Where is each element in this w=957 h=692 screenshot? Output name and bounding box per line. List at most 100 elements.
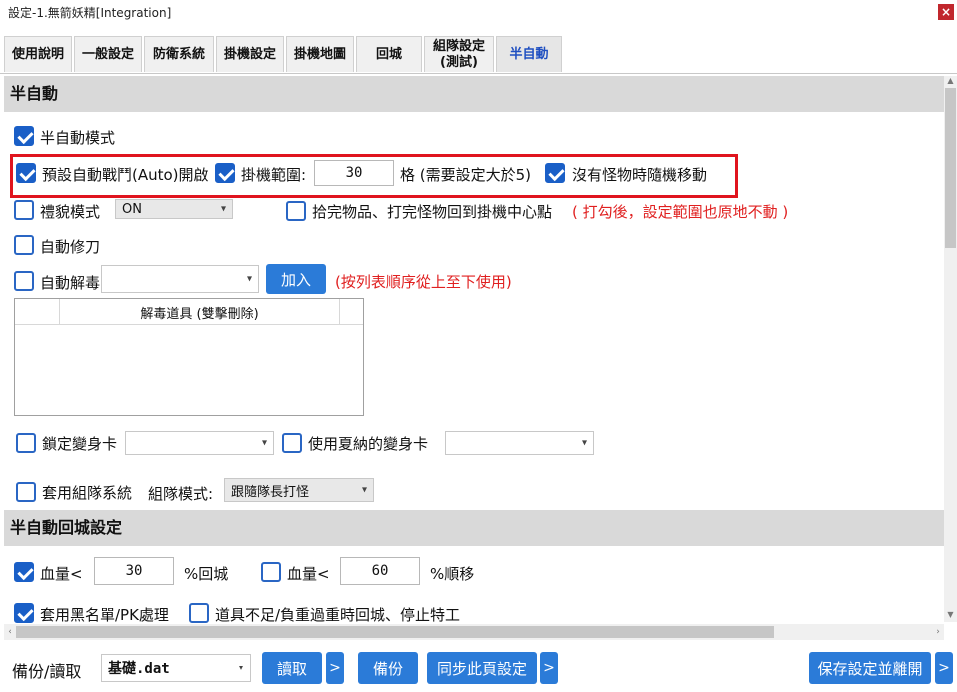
backup-button[interactable]: 備份 [358,652,418,684]
vertical-scrollbar[interactable]: ▲ ▼ [944,76,957,622]
party-mode-value: 跟隨隊長打怪 [231,484,310,500]
chevron-down-icon: ▾ [581,437,587,449]
auto-detox-label: 自動解毒 [40,274,101,292]
auto-detox-note: (按列表順序從上至下使用) [335,273,512,291]
hp-return-input[interactable]: 30 [94,557,174,585]
scroll-thumb[interactable] [945,88,956,248]
semi-auto-mode-label: 半自動模式 [40,129,116,147]
party-system-checkbox[interactable] [16,482,36,502]
close-icon[interactable]: × [938,4,954,20]
tab-general[interactable]: 一般設定 [74,36,142,72]
save-more-button[interactable]: > [935,652,953,684]
tab-semi-auto[interactable]: 半自動 [496,36,562,72]
tab-return-town-label: 回城 [375,46,402,62]
random-move-label: 沒有怪物時隨機移動 [572,166,708,184]
tab-party-settings-line2: (測試) [440,54,478,70]
tab-party-settings-line1: 組隊設定 [432,38,485,54]
detox-list-header: 解毒道具 (雙擊刪除) [140,307,259,322]
save-and-exit-button[interactable]: 保存設定並離開 [809,652,931,684]
hp-move-input[interactable]: 60 [340,557,420,585]
hp-return-checkbox[interactable] [14,562,34,582]
party-mode-select[interactable]: 跟隨隊長打怪 ▾ [224,478,374,502]
checkbox-box [14,562,34,582]
chevron-down-icon: ▾ [237,662,244,674]
checkbox-box [189,603,209,623]
auto-battle-checkbox[interactable] [16,163,36,183]
tab-return-town[interactable]: 回城 [356,36,422,72]
sync-more-button[interactable]: > [540,652,558,684]
afk-range-label: 掛機範圍: [241,166,307,184]
use-shana-label: 使用夏納的變身卡 [308,435,429,453]
scroll-thumb[interactable] [16,626,774,638]
chevron-right-icon: > [938,660,950,676]
auto-detox-checkbox[interactable] [14,271,34,291]
tab-party-settings[interactable]: 組隊設定 (測試) [424,36,494,72]
checkbox-box [286,201,306,221]
courtesy-mode-checkbox[interactable] [14,200,34,220]
blacklist-label: 套用黑名單/PK處理 [40,606,169,624]
checkbox-box [282,433,302,453]
add-detox-button[interactable]: 加入 [266,264,326,294]
tab-defense-label: 防衛系統 [152,46,205,62]
tab-afk-map[interactable]: 掛機地圖 [286,36,354,72]
read-button[interactable]: 讀取 [262,652,322,684]
random-move-checkbox[interactable] [545,163,565,183]
auto-battle-label: 預設自動戰鬥(Auto)開啟 [42,166,209,184]
scroll-left-icon[interactable]: ‹ [4,624,16,640]
section-title-semi-auto: 半自動 [10,84,59,103]
tab-afk-map-label: 掛機地圖 [293,46,346,62]
tab-defense[interactable]: 防衛系統 [144,36,214,72]
tab-semi-auto-label: 半自動 [509,46,549,62]
semi-auto-mode-checkbox[interactable] [14,126,34,146]
checkbox-box [14,271,34,291]
chevron-down-icon: ▾ [261,437,267,449]
backup-file-select[interactable]: 基礎.dat ▾ [101,654,251,682]
courtesy-mode-select[interactable]: ON ▾ [115,199,233,219]
sync-page-button[interactable]: 同步此頁設定 [427,652,537,684]
tab-bar: 使用說明 一般設定 防衛系統 掛機設定 掛機地圖 回城 組隊設定 (測試) 半自… [0,30,957,74]
item-shortage-checkbox[interactable] [189,603,209,623]
scroll-right-icon[interactable]: › [932,624,944,640]
read-more-button[interactable]: > [326,652,344,684]
auto-repair-label: 自動修刀 [40,238,101,256]
lock-transform-select[interactable]: ▾ [125,431,274,455]
backup-button-label: 備份 [372,659,403,678]
afk-range-input[interactable]: 30 [314,160,394,186]
add-detox-label: 加入 [280,270,311,289]
list-header: 解毒道具 (雙擊刪除) [15,299,363,325]
horizontal-scrollbar[interactable]: ‹ › [4,624,944,640]
lock-transform-checkbox[interactable] [16,433,36,453]
chevron-down-icon: ▾ [220,203,226,215]
return-center-checkbox[interactable] [286,201,306,221]
window-title: 設定-1.無箭妖精[Integration] [8,6,172,20]
tab-usage[interactable]: 使用說明 [4,36,72,72]
chevron-down-icon: ▾ [361,484,367,496]
lock-transform-label: 鎖定變身卡 [42,435,118,453]
save-and-exit-label: 保存設定並離開 [817,659,923,678]
auto-repair-checkbox[interactable] [14,235,34,255]
courtesy-mode-label: 禮貌模式 [40,203,101,221]
party-mode-label: 組隊模式: [148,485,214,503]
scroll-down-icon[interactable]: ▼ [944,610,957,622]
checkbox-box [545,163,565,183]
return-center-note: ( 打勾後，設定範圍也原地不動 ) [572,203,789,221]
section-title-return: 半自動回城設定 [10,518,123,537]
detox-items-list[interactable]: 解毒道具 (雙擊刪除) [14,298,364,416]
checkbox-box [16,433,36,453]
column-separator [339,299,340,325]
checkbox-box [16,482,36,502]
hp-move-checkbox[interactable] [261,562,281,582]
tab-afk-settings[interactable]: 掛機設定 [216,36,284,72]
checkbox-box [14,126,34,146]
chevron-right-icon: > [329,660,341,676]
afk-range-checkbox[interactable] [215,163,235,183]
section-header-semi-auto: 半自動 [4,76,944,112]
chevron-right-icon: > [543,660,555,676]
auto-detox-select[interactable]: ▾ [101,265,259,293]
blacklist-checkbox[interactable] [14,603,34,623]
use-shana-checkbox[interactable] [282,433,302,453]
use-shana-select[interactable]: ▾ [445,431,594,455]
checkbox-box [14,603,34,623]
hp-move-label: 血量< [287,565,330,583]
scroll-up-icon[interactable]: ▲ [944,76,957,88]
